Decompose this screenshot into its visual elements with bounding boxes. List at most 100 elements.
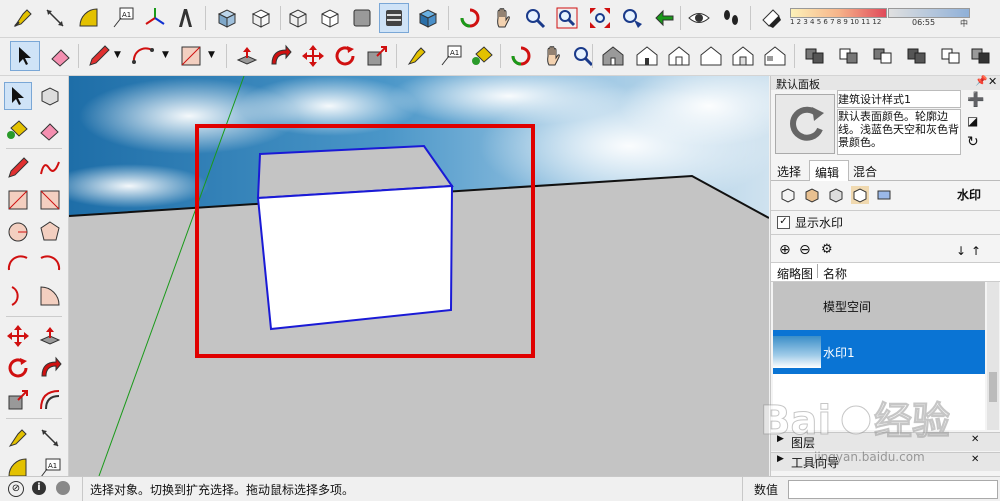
- add-watermark-icon[interactable]: ⊕: [779, 242, 791, 258]
- tab-mix[interactable]: 混合: [853, 163, 877, 180]
- wireframe-icon[interactable]: [283, 3, 313, 33]
- list-item-selected[interactable]: 水印1: [773, 330, 985, 374]
- polygon-tool-icon[interactable]: [36, 218, 64, 246]
- watermark-settings-gear-icon[interactable]: ⚙: [821, 242, 833, 257]
- collapsed-panel-instructor[interactable]: ▶ 工具向导 ✕: [771, 452, 1000, 471]
- text-icon[interactable]: A1: [436, 41, 466, 71]
- move-tool-icon[interactable]: [4, 322, 32, 350]
- close-icon[interactable]: ✕: [988, 75, 997, 88]
- box-model[interactable]: [256, 144, 454, 331]
- orbit-icon[interactable]: [455, 3, 485, 33]
- face-settings-icon[interactable]: [803, 186, 821, 204]
- box-front-face[interactable]: [256, 184, 454, 331]
- list-scroll-thumb[interactable]: [989, 372, 997, 402]
- look-around-icon[interactable]: [684, 3, 714, 33]
- select-tool-icon[interactable]: [4, 82, 32, 110]
- scale-tool-icon[interactable]: [4, 386, 32, 414]
- move-icon[interactable]: [298, 41, 328, 71]
- pencil-icon[interactable]: [84, 41, 114, 71]
- house-front-icon[interactable]: [664, 41, 694, 71]
- arc-3-tool-icon[interactable]: [4, 282, 32, 310]
- paint-bucket-tool-icon[interactable]: [4, 116, 32, 144]
- shaded-icon[interactable]: [347, 3, 377, 33]
- scene-canvas[interactable]: [69, 76, 769, 476]
- tab-edit-active[interactable]: 编辑: [809, 160, 849, 181]
- tab-select[interactable]: 选择: [777, 163, 801, 180]
- protractor-icon[interactable]: [74, 3, 104, 33]
- pie-tool-icon[interactable]: [36, 282, 64, 310]
- collapsed-panel-layers[interactable]: ▶ 图层 ✕: [771, 432, 1000, 451]
- rotate-tool-icon[interactable]: [4, 354, 32, 382]
- move-down-icon[interactable]: ↓: [956, 244, 966, 258]
- rotate-icon[interactable]: [330, 41, 360, 71]
- rectangle-dropdown-icon[interactable]: ▼: [208, 50, 215, 60]
- tape-measure-2-icon[interactable]: [402, 41, 432, 71]
- show-watermark-checkbox[interactable]: ✓: [777, 216, 790, 229]
- zoom-extents-icon[interactable]: [585, 3, 615, 33]
- close-icon[interactable]: ✕: [971, 454, 979, 465]
- monochrome-icon[interactable]: [413, 3, 443, 33]
- pan-2-icon[interactable]: [538, 41, 568, 71]
- push-pull-icon[interactable]: [232, 41, 262, 71]
- walk-icon[interactable]: [716, 3, 746, 33]
- zoom-window-icon[interactable]: [552, 3, 582, 33]
- zoom-icon[interactable]: [520, 3, 550, 33]
- arc-dropdown-icon[interactable]: ▼: [162, 50, 169, 60]
- tape-measure-icon[interactable]: [8, 3, 38, 33]
- rectangle-tool-icon[interactable]: [4, 186, 32, 214]
- eraser-tool-icon[interactable]: [36, 116, 64, 144]
- georeference-icon[interactable]: ⊘: [8, 481, 24, 497]
- shadow-icon[interactable]: [756, 3, 786, 33]
- component-2-icon[interactable]: [834, 41, 864, 71]
- house-left-icon[interactable]: [760, 41, 790, 71]
- offset-tool-icon[interactable]: [36, 386, 64, 414]
- house-back-icon[interactable]: [728, 41, 758, 71]
- component-1-icon[interactable]: [800, 41, 830, 71]
- style-name-field[interactable]: 建筑设计样式1: [837, 90, 961, 108]
- rotated-rectangle-tool-icon[interactable]: [36, 186, 64, 214]
- house-iso-icon[interactable]: [598, 41, 628, 71]
- component-6-icon[interactable]: [966, 41, 996, 71]
- modeling-settings-icon[interactable]: [875, 186, 893, 204]
- shadow-time-slider[interactable]: [888, 8, 970, 18]
- modeling-viewport[interactable]: [69, 76, 769, 476]
- shadow-month-slider[interactable]: [790, 8, 887, 18]
- top-view-icon[interactable]: [246, 3, 276, 33]
- scale-icon[interactable]: [362, 41, 392, 71]
- update-style-icon[interactable]: ◪: [967, 114, 978, 128]
- paint-bucket-icon[interactable]: [468, 41, 498, 71]
- refresh-icon[interactable]: ↻: [967, 134, 979, 150]
- position-camera-icon[interactable]: [617, 3, 647, 33]
- freehand-tool-icon[interactable]: [36, 154, 64, 182]
- list-scrollbar[interactable]: [987, 282, 999, 430]
- hidden-line-icon[interactable]: [315, 3, 345, 33]
- circle-tool-icon[interactable]: [4, 218, 32, 246]
- arc-tool-icon[interactable]: [4, 250, 32, 278]
- zoom-2-icon[interactable]: [568, 41, 598, 71]
- background-settings-icon[interactable]: [827, 186, 845, 204]
- 3d-text-icon[interactable]: [170, 3, 200, 33]
- account-icon[interactable]: [56, 481, 70, 495]
- select-icon[interactable]: [10, 41, 40, 71]
- house-top-icon[interactable]: [632, 41, 662, 71]
- line-tool-icon[interactable]: [4, 154, 32, 182]
- remove-watermark-icon[interactable]: ⊖: [799, 242, 811, 258]
- arc-icon[interactable]: [128, 41, 158, 71]
- create-style-icon[interactable]: ➕: [967, 92, 984, 108]
- dimension-tool-icon[interactable]: [36, 424, 64, 452]
- follow-me-tool-icon[interactable]: [36, 354, 64, 382]
- shaded-textures-icon[interactable]: [379, 3, 409, 33]
- move-up-icon[interactable]: ↑: [971, 244, 981, 258]
- eraser-icon[interactable]: [46, 41, 76, 71]
- pan-icon[interactable]: [488, 3, 518, 33]
- previous-view-icon[interactable]: [650, 3, 680, 33]
- follow-me-icon[interactable]: [265, 41, 295, 71]
- rectangle-icon[interactable]: [176, 41, 206, 71]
- credits-icon[interactable]: i: [32, 481, 46, 495]
- iso-view-icon[interactable]: [212, 3, 242, 33]
- watermark-settings-icon[interactable]: [851, 186, 869, 204]
- axes-icon[interactable]: [140, 3, 170, 33]
- list-item[interactable]: 模型空间: [773, 282, 985, 330]
- house-right-icon[interactable]: [696, 41, 726, 71]
- dimension-icon[interactable]: [40, 3, 70, 33]
